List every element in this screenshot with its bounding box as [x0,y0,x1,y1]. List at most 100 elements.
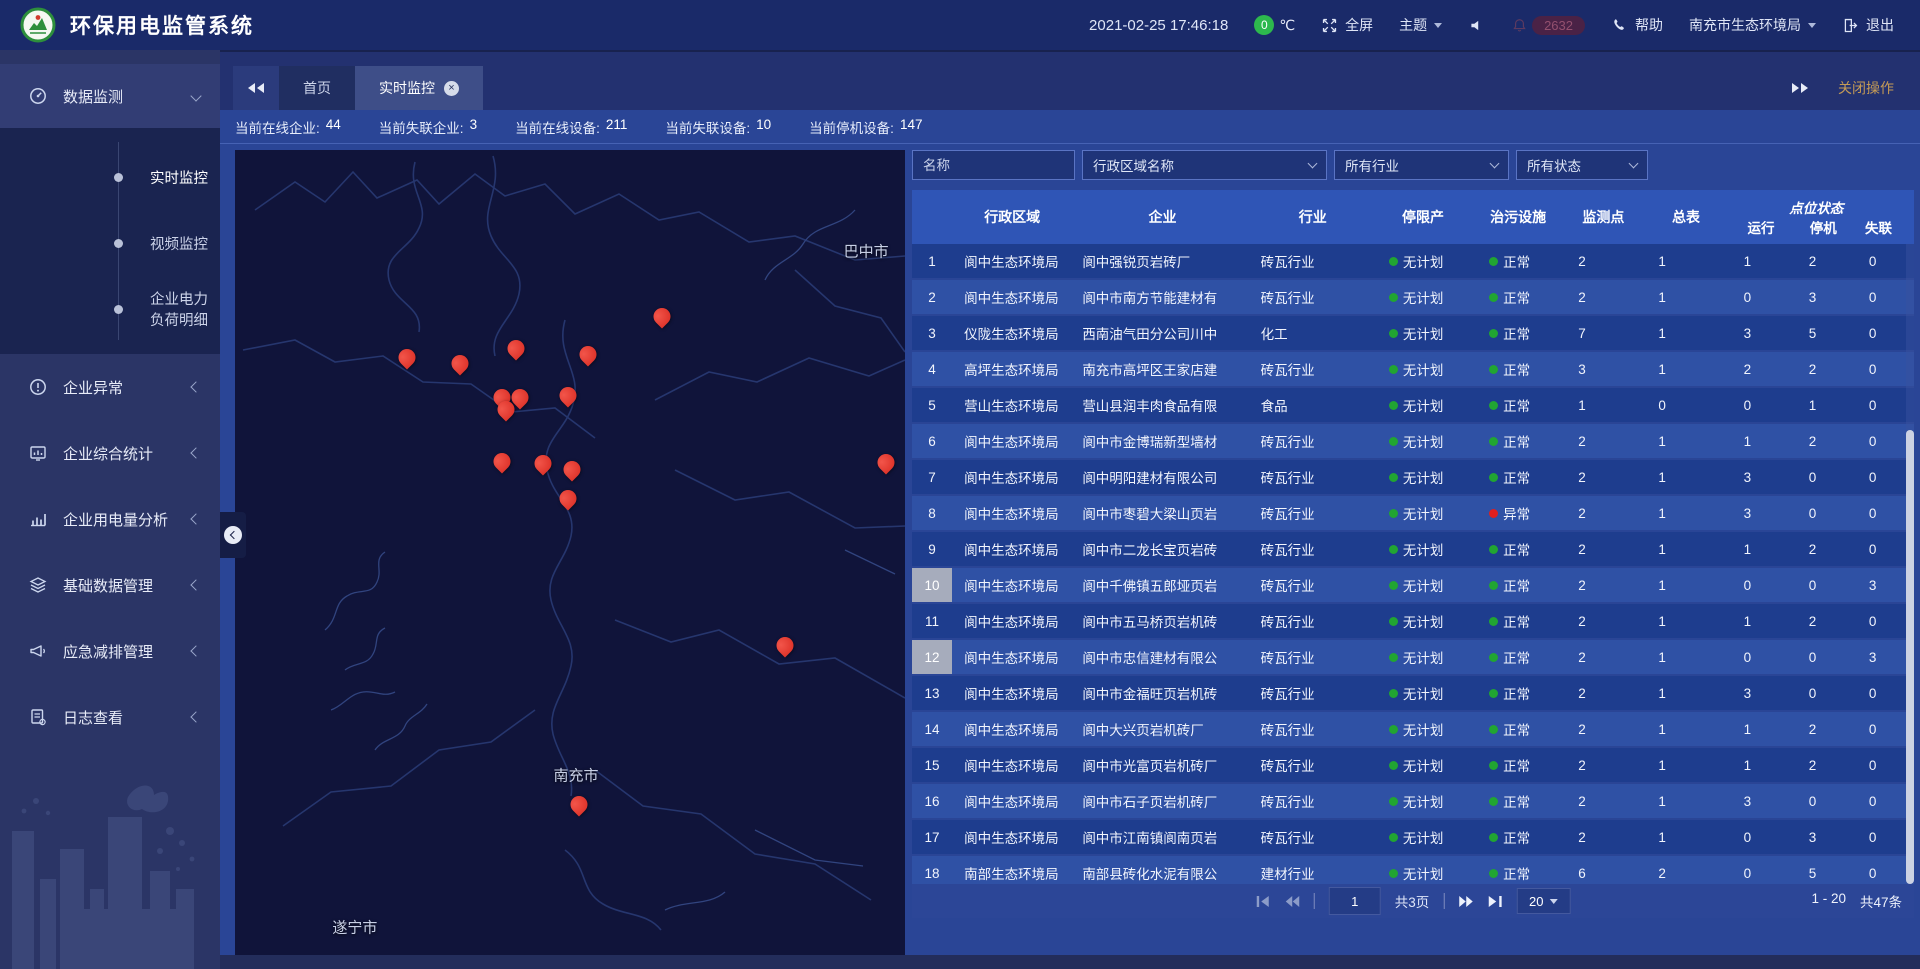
pin-icon [576,343,600,367]
table-row[interactable]: 13 阆中生态环境局 阆中市金福旺页岩机砖 砖瓦行业 无计划 正常 2 1 3 … [912,676,1914,710]
sidebar-section-header[interactable]: 企业异常 [0,354,220,420]
next-page-button[interactable] [1458,895,1473,908]
map-pin[interactable] [570,796,587,813]
map-pin[interactable] [580,346,597,363]
map-pin[interactable] [507,340,524,357]
table-scrollbar-thumb[interactable] [1906,430,1914,884]
cell-run: 1 [1729,532,1794,566]
map-pin[interactable] [654,308,671,325]
name-search-input[interactable] [912,150,1075,180]
page-size-select[interactable]: 20 [1516,888,1570,914]
cell-meter: 1 [1643,568,1728,602]
cell-points: 2 [1563,640,1643,674]
cell-lost: 0 [1854,352,1904,386]
map-pin[interactable] [559,490,576,507]
collapse-map-button[interactable] [220,512,246,558]
table-row[interactable]: 5 营山生态环境局 营山县润丰肉食品有限 食品 无计划 正常 1 0 0 1 0 [912,388,1914,422]
stat-value: 44 [326,117,341,137]
chevron-down-icon [1808,23,1816,28]
map-pin[interactable] [452,355,469,372]
col-points: 监测点 [1563,190,1643,244]
last-page-button[interactable] [1487,895,1502,908]
theme-dropdown[interactable]: 主题 [1399,15,1442,35]
table-row[interactable]: 3 仪陇生态环境局 西南油气田分公司川中 化工 无计划 正常 7 1 3 5 0 [912,316,1914,350]
status-dot-icon [1489,545,1498,554]
close-operations-button[interactable]: 关闭操作 [1838,78,1894,98]
table-row[interactable]: 2 阆中生态环境局 阆中市南方节能建材有 砖瓦行业 无计划 正常 2 1 0 3… [912,280,1914,314]
notifications-badge[interactable]: 2632 [1511,16,1585,35]
cell-region: 阆中生态环境局 [952,568,1072,602]
status-dot-icon [1389,329,1398,338]
tabs-scroll-right-button[interactable] [1792,83,1808,93]
table-row[interactable]: 11 阆中生态环境局 阆中市五马桥页岩机砖 砖瓦行业 无计划 正常 2 1 1 … [912,604,1914,638]
table-row[interactable]: 14 阆中生态环境局 阆中大兴页岩机砖厂 砖瓦行业 无计划 正常 2 1 1 2… [912,712,1914,746]
pin-icon [530,451,554,475]
table-row[interactable]: 4 高坪生态环境局 南充市高坪区王家店建 砖瓦行业 无计划 正常 3 1 2 2… [912,352,1914,386]
map-pin[interactable] [564,461,581,478]
table-row[interactable]: 17 阆中生态环境局 阆中市江南镇阆南页岩 砖瓦行业 无计划 正常 2 1 0 … [912,820,1914,854]
map-pin[interactable] [512,389,529,406]
fullscreen-icon [1321,17,1338,34]
table-row[interactable]: 7 阆中生态环境局 阆中明阳建材有限公司 砖瓦行业 无计划 正常 2 1 3 0… [912,460,1914,494]
table-row[interactable]: 15 阆中生态环境局 阆中市光富页岩机砖厂 砖瓦行业 无计划 正常 2 1 1 … [912,748,1914,782]
sidebar-section-header[interactable]: 企业综合统计 [0,420,220,486]
fullscreen-button[interactable]: 全屏 [1321,15,1373,35]
cell-points: 2 [1563,460,1643,494]
table-row[interactable]: 18 南部生态环境局 南部县砖化水泥有限公 建材行业 无计划 正常 6 2 0 … [912,856,1914,884]
sidebar-section-header[interactable]: 数据监测 [0,64,220,128]
cell-company: 南充市高坪区王家店建 [1072,352,1252,386]
sidebar-section-header[interactable]: 企业用电量分析 [0,486,220,552]
mute-speaker-button[interactable] [1468,17,1485,34]
status-dot-icon [1389,833,1398,842]
table-row[interactable]: 8 阆中生态环境局 阆中市枣碧大梁山页岩 砖瓦行业 无计划 异常 2 1 3 0… [912,496,1914,530]
map-canvas[interactable]: 巴中市南充市遂宁市 [235,150,905,955]
org-dropdown[interactable]: 南充市生态环境局 [1689,15,1816,35]
logout-button[interactable]: 退出 [1842,15,1894,35]
cell-run: 1 [1729,244,1794,278]
map-pin[interactable] [534,455,551,472]
tab-close-icon[interactable] [444,81,459,96]
region-select[interactable]: 行政区域名称 [1082,150,1327,180]
sidebar-section-header[interactable]: 基础数据管理 [0,552,220,618]
map-pin[interactable] [494,453,511,470]
skyline-decoration [0,739,220,969]
gauge-icon [28,86,48,106]
page-number-input[interactable] [1329,887,1381,915]
sidebar-section-header[interactable]: 应急减排管理 [0,618,220,684]
help-button[interactable]: 帮助 [1611,15,1663,35]
prev-page-button[interactable] [1285,895,1300,908]
submenu-item[interactable]: 企业电力负荷明细 [0,276,220,342]
speaker-icon [1468,17,1485,34]
row-number: 17 [912,820,952,854]
submenu-item[interactable]: 视频监控 [0,210,220,276]
cell-industry: 砖瓦行业 [1253,568,1373,602]
cell-industry: 砖瓦行业 [1253,676,1373,710]
tabs-scroll-left-button[interactable] [233,66,279,110]
table-row[interactable]: 12 阆中生态环境局 阆中市忠信建材有限公 砖瓦行业 无计划 正常 2 1 0 … [912,640,1914,674]
cell-run: 1 [1729,748,1794,782]
table-row[interactable]: 1 阆中生态环境局 阆中强锐页岩砖厂 砖瓦行业 无计划 正常 2 1 1 2 0 [912,244,1914,278]
table-row[interactable]: 10 阆中生态环境局 阆中千佛镇五郎垭页岩 砖瓦行业 无计划 正常 2 1 0 … [912,568,1914,602]
status-select[interactable]: 所有状态 [1516,150,1648,180]
map-pin[interactable] [497,401,514,418]
map-pin[interactable] [559,387,576,404]
tab-label: 首页 [303,78,331,98]
status-dot-icon [1489,329,1498,338]
cell-points: 2 [1563,748,1643,782]
map-pin[interactable] [878,454,895,471]
cell-facility-status: 正常 [1473,352,1563,386]
sidebar-section-label: 企业综合统计 [63,443,192,464]
table-row[interactable]: 16 阆中生态环境局 阆中市石子页岩机砖厂 砖瓦行业 无计划 正常 2 1 3 … [912,784,1914,818]
map-pin[interactable] [399,349,416,366]
table-row[interactable]: 9 阆中生态环境局 阆中市二龙长宝页岩砖 砖瓦行业 无计划 正常 2 1 1 2… [912,532,1914,566]
tab[interactable]: 首页 [279,66,355,110]
map-pin[interactable] [777,637,794,654]
submenu-item[interactable]: 实时监控 [0,144,220,210]
sidebar-section-header[interactable]: 日志查看 [0,684,220,750]
status-dot-icon [1489,689,1498,698]
tab[interactable]: 实时监控 [355,66,483,110]
industry-select[interactable]: 所有行业 [1334,150,1509,180]
first-page-button[interactable] [1256,895,1271,908]
table-row[interactable]: 6 阆中生态环境局 阆中市金博瑞新型墙材 砖瓦行业 无计划 正常 2 1 1 2… [912,424,1914,458]
app-root: 环保用电监管系统 2021-02-25 17:46:18 0 ℃ 全屏 主题 2… [0,0,1920,969]
